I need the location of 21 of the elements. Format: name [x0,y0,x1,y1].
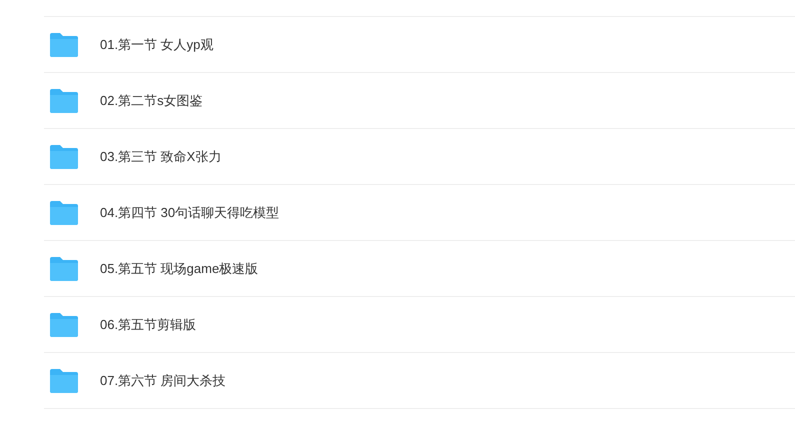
folder-name: 02.第二节s女图鉴 [100,92,203,110]
folder-name: 04.第四节 30句话聊天得吃模型 [100,204,280,222]
folder-row[interactable]: 03.第三节 致命X张力 [44,129,795,185]
folder-name: 07.第六节 房间大杀技 [100,372,226,390]
folder-icon [49,368,79,394]
folder-row[interactable]: 07.第六节 房间大杀技 [44,353,795,409]
folder-icon [49,312,79,338]
folder-row[interactable]: 05.第五节 现场game极速版 [44,241,795,297]
folder-row[interactable]: 04.第四节 30句话聊天得吃模型 [44,185,795,241]
folder-icon [49,144,79,170]
folder-name: 05.第五节 现场game极速版 [100,260,258,278]
folder-row[interactable]: 02.第二节s女图鉴 [44,73,795,129]
folder-icon [49,200,79,226]
folder-icon [49,32,79,58]
folder-name: 01.第一节 女人yp观 [100,36,214,54]
folder-name: 06.第五节剪辑版 [100,316,196,334]
folder-icon [49,256,79,282]
folder-row[interactable]: 01.第一节 女人yp观 [44,17,795,73]
folder-row[interactable]: 06.第五节剪辑版 [44,297,795,353]
folder-icon [49,88,79,114]
folder-name: 03.第三节 致命X张力 [100,148,222,166]
